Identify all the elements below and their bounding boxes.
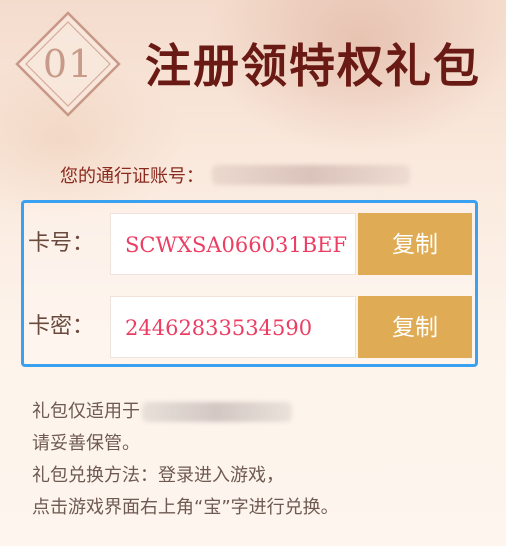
copy-card-number-button[interactable]: 复制 [358, 213, 472, 275]
account-label: 您的通行证账号： [60, 166, 204, 187]
page-title: 注册领特权礼包 [145, 39, 481, 93]
step-number: 01 [42, 42, 94, 86]
gift-code-box: 卡号： SCWXSA066031BEF 复制 卡密： 2446283353459… [21, 200, 478, 367]
step-badge: 01 [14, 10, 122, 118]
instructions: 礼包仅适用于 请妥善保管。 礼包兑换方法：登录进入游戏， 点击游戏界面右上角“宝… [32, 396, 492, 524]
copy-card-pin-button[interactable]: 复制 [358, 296, 472, 358]
note-line: 礼包仅适用于 [32, 396, 492, 428]
note-line: 礼包兑换方法：登录进入游戏， [32, 465, 284, 486]
card-pin-row: 卡密： 24462833534590 复制 [24, 296, 475, 358]
card-number-row: 卡号： SCWXSA066031BEF 复制 [24, 213, 475, 275]
note-applies-to: 礼包仅适用于 [32, 401, 140, 422]
redacted-game-name [142, 402, 292, 422]
card-pin-field[interactable]: 24462833534590 [110, 296, 356, 358]
section-header: 01 注册领特权礼包 [0, 0, 506, 130]
card-number-field[interactable]: SCWXSA066031BEF [110, 213, 356, 275]
account-row: 您的通行证账号： [60, 162, 410, 188]
note-line: 点击游戏界面右上角“宝”字进行兑换。 [32, 497, 339, 518]
card-number-label: 卡号： [28, 231, 95, 256]
redacted-account [212, 165, 410, 185]
card-pin-label: 卡密： [28, 314, 95, 339]
note-line: 请妥善保管。 [32, 433, 140, 454]
